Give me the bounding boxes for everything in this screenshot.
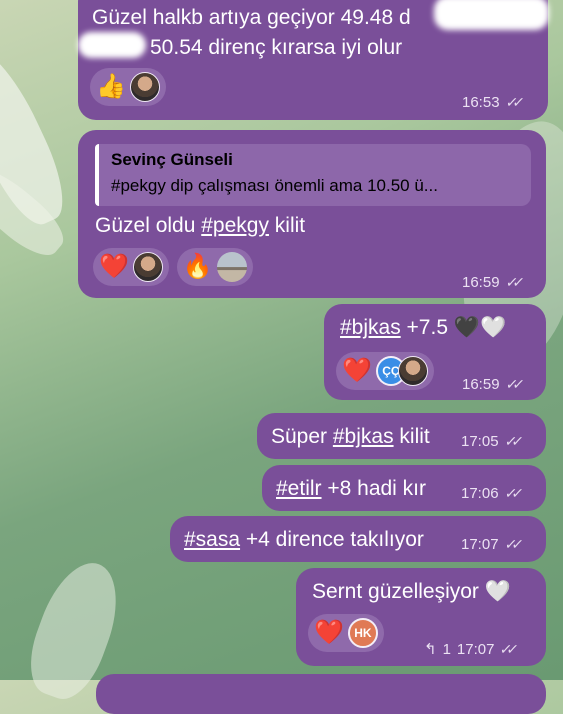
message-time: 16:59 (462, 376, 500, 393)
hashtag-link[interactable]: #bjkas (340, 316, 401, 339)
message-time: 17:05 (461, 433, 499, 450)
message-text: 50.54 direnç kırarsa iyi olur (150, 36, 403, 59)
avatar (216, 252, 247, 282)
quote-text: #pekgy dip çalışması önemli ama 10.50 ü.… (111, 176, 438, 195)
read-checkmarks-icon: ✓✓ (503, 536, 520, 552)
reaction-pill[interactable]: 🔥 (176, 248, 253, 286)
message-text: #sasa +4 dirence takılıyor (184, 528, 424, 552)
reaction-pill[interactable]: ❤️ (93, 248, 169, 286)
heart-icon: ❤️ (314, 619, 344, 646)
message-bubble[interactable]: Süper #bjkas kilit 17:05 ✓✓ (257, 413, 546, 459)
text-segment: +8 hadi kır (321, 477, 427, 500)
reaction-pill[interactable]: ❤️ ÇÇ (336, 352, 434, 390)
message-bubble[interactable]: Sernt güzelleşiyor 🤍 ❤️ HK ↰ 1 17:07 ✓✓ (296, 568, 546, 666)
read-checkmarks-icon: ✓✓ (503, 485, 520, 501)
heart-icon: ❤️ (99, 253, 129, 280)
text-segment: Süper (271, 425, 333, 448)
heart-icon: ❤️ (342, 357, 372, 384)
message-text: Süper #bjkas kilit (271, 425, 430, 449)
hashtag-link[interactable]: #etilr (276, 477, 322, 500)
thumbs-up-icon: 👍 (96, 73, 126, 100)
reaction-pill[interactable]: ❤️ HK (308, 614, 384, 652)
hashtag-link[interactable]: #pekgy (201, 214, 269, 237)
message-time: 16:59 (462, 274, 500, 291)
read-checkmarks-icon: ✓✓ (503, 433, 520, 449)
avatar (397, 356, 428, 386)
read-checkmarks-icon: ✓✓ (504, 274, 521, 290)
avatar (132, 252, 163, 282)
message-time: 17:07 (456, 640, 495, 658)
hashtag-link[interactable]: #bjkas (333, 425, 394, 448)
text-segment: kilit (393, 425, 430, 448)
message-text: #etilr +8 hadi kır (276, 477, 426, 501)
reply-count: 1 (442, 640, 451, 658)
message-bubble[interactable]: Güzel halkb artıya geçiyor 49.48 d 50.54… (78, 0, 549, 120)
message-bubble[interactable] (96, 674, 546, 714)
text-segment: kilit (268, 214, 306, 237)
redaction-mark (434, 0, 549, 30)
reaction-pill[interactable]: 👍 (90, 68, 166, 106)
message-time: 16:53 (462, 94, 500, 111)
message-time: 17:07 (461, 536, 499, 553)
message-text: Sernt güzelleşiyor 🤍 (312, 580, 511, 603)
text-segment: +7.5 🖤🤍 (400, 316, 507, 339)
message-text: Güzel oldu #pekgy kilit (95, 214, 305, 238)
read-checkmarks-icon: ✓✓ (499, 640, 516, 657)
reply-arrow-icon: ↰ (424, 641, 437, 658)
message-time: 17:06 (461, 485, 499, 502)
read-checkmarks-icon: ✓✓ (504, 376, 521, 392)
quoted-reply[interactable]: Sevinç Günseli #pekgy dip çalışması önem… (95, 144, 531, 206)
avatar (129, 72, 160, 102)
fire-icon: 🔥 (182, 253, 213, 280)
quote-author: Sevinç Günseli (111, 150, 233, 169)
read-checkmarks-icon: ✓✓ (504, 94, 521, 110)
avatar-initials: HK (347, 618, 378, 648)
message-text: Güzel halkb artıya geçiyor 49.48 d (92, 6, 411, 29)
message-bubble[interactable]: #etilr +8 hadi kır 17:06 ✓✓ (262, 465, 546, 511)
hashtag-link[interactable]: #sasa (184, 528, 240, 551)
message-text: #bjkas +7.5 🖤🤍 (340, 316, 506, 340)
message-bubble[interactable]: #bjkas +7.5 🖤🤍 ❤️ ÇÇ 16:59 ✓✓ (324, 304, 546, 400)
redaction-mark (78, 32, 146, 58)
message-bubble[interactable]: #sasa +4 dirence takılıyor 17:07 ✓✓ (170, 516, 546, 562)
text-segment: Güzel oldu (95, 214, 202, 237)
text-segment: +4 dirence takılıyor (240, 528, 424, 551)
